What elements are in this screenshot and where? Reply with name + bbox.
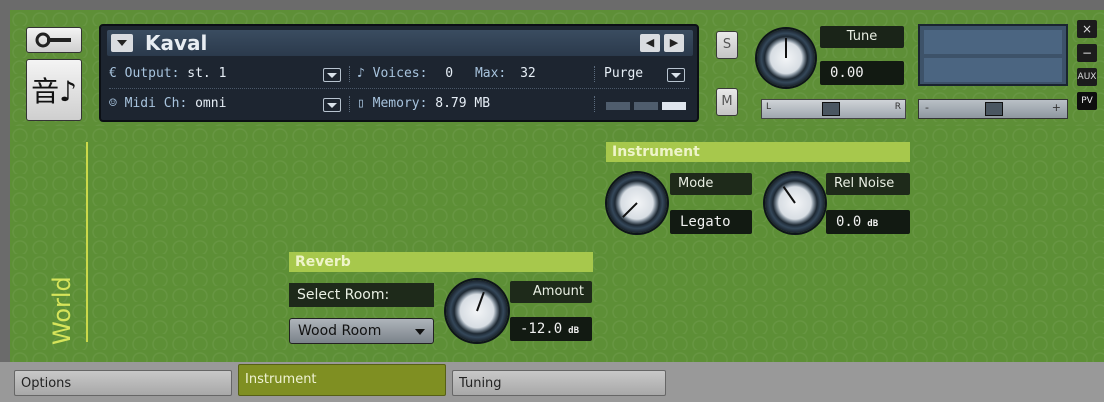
output-label: Output: (124, 66, 180, 81)
purge-dropdown[interactable] (667, 68, 685, 82)
wrench-icon (35, 32, 71, 48)
midi-label: Midi Ch: (124, 96, 188, 111)
amount-label: Amount (510, 281, 592, 303)
pv-button[interactable]: PV (1077, 92, 1097, 110)
rel-noise-knob-needle (782, 186, 796, 204)
level-meter-left (924, 30, 1062, 54)
output-icon: € (109, 66, 117, 81)
aux-button[interactable]: AUX (1077, 68, 1097, 86)
level-meter (918, 24, 1068, 86)
volume-minus: - (925, 101, 929, 114)
tab-options[interactable]: Options (14, 370, 232, 396)
mode-value[interactable]: Legato (670, 210, 752, 234)
room-dropdown[interactable]: Wood Room (289, 318, 434, 344)
memory-row: ▯ Memory: 8.79 MB (357, 96, 490, 111)
voices-label: Voices: (372, 66, 428, 81)
amount-knob[interactable] (446, 280, 508, 342)
tune-label: Tune (820, 26, 904, 48)
wrench-button[interactable] (26, 27, 82, 53)
voices-value: 0 (445, 66, 454, 81)
divider (594, 66, 596, 82)
pan-slider-thumb[interactable] (822, 102, 840, 116)
divider (349, 66, 351, 82)
next-instrument-button[interactable]: ▶ (664, 34, 684, 52)
mode-knob[interactable] (607, 173, 667, 233)
app-window: 音♪ Kaval ◀ ▶ € Output: st. 1 ♪ Voices: 0… (0, 0, 1104, 402)
rel-noise-label: Rel Noise (826, 173, 910, 195)
prev-instrument-button[interactable]: ◀ (640, 34, 660, 52)
pan-right-label: R (894, 102, 901, 112)
instrument-title-row: Kaval ◀ ▶ (107, 30, 693, 56)
output-value: st. 1 (187, 66, 227, 81)
tab-tuning[interactable]: Tuning (452, 370, 666, 396)
max-value: 32 (520, 66, 536, 81)
midi-icon: ☺ (109, 96, 117, 111)
tune-value[interactable]: 0.00 (820, 61, 904, 85)
volume-plus: + (1051, 101, 1061, 114)
close-button[interactable]: × (1077, 20, 1097, 38)
instrument-section-title: Instrument (606, 142, 910, 162)
amount-value-box[interactable]: -12.0 dB (510, 317, 592, 341)
tab-instrument[interactable]: Instrument (238, 364, 446, 396)
mute-button[interactable]: M (716, 88, 738, 116)
instrument-info-panel: Kaval ◀ ▶ € Output: st. 1 ♪ Voices: 0 Ma… (99, 24, 699, 122)
instrument-menu-dropdown[interactable] (111, 34, 133, 52)
instrument-icon-button[interactable]: 音♪ (26, 59, 82, 121)
memory-value: 8.79 MB (435, 96, 491, 111)
amount-value: -12.0 (520, 321, 563, 337)
amount-unit: dB (568, 326, 579, 336)
pan-slider[interactable]: L R (761, 99, 906, 119)
minimize-button[interactable]: − (1077, 44, 1097, 62)
divider (109, 88, 689, 90)
purge-label: Purge (604, 66, 644, 81)
level-meter-right (924, 58, 1062, 82)
midi-dropdown[interactable] (323, 98, 341, 112)
voices-icon: ♪ (357, 66, 365, 81)
select-room-label: Select Room: (289, 283, 434, 307)
tune-knob-needle (785, 38, 787, 58)
memory-icon: ▯ (357, 96, 365, 111)
divider (349, 96, 351, 112)
volume-slider[interactable]: - + (918, 99, 1068, 119)
cpu-meter-segment (606, 102, 630, 110)
solo-button[interactable]: S (716, 31, 738, 59)
voices-row: ♪ Voices: 0 Max: 32 (357, 66, 536, 81)
tune-knob[interactable] (757, 29, 815, 87)
room-dropdown-value: Wood Room (298, 323, 382, 339)
volume-slider-thumb[interactable] (985, 102, 1003, 116)
rel-noise-value-box[interactable]: 0.0 dB (826, 210, 910, 234)
mode-label: Mode (670, 173, 752, 195)
amount-knob-needle (476, 291, 485, 312)
midi-row: ☺ Midi Ch: omni (109, 96, 226, 111)
midi-value: omni (195, 96, 227, 111)
pan-left-label: L (766, 102, 772, 112)
output-row: € Output: st. 1 (109, 66, 226, 81)
mode-knob-needle (622, 202, 638, 218)
instrument-icon: 音♪ (31, 75, 77, 108)
cpu-meter-segment (634, 102, 658, 110)
rel-noise-unit: dB (867, 219, 879, 229)
rel-noise-knob[interactable] (765, 173, 825, 233)
world-label: World (48, 276, 76, 345)
instrument-name: Kaval (145, 31, 208, 55)
reverb-section-title: Reverb (289, 252, 593, 272)
divider (594, 96, 596, 112)
max-label: Max: (474, 66, 507, 81)
cpu-meter-segment (662, 102, 686, 110)
memory-label: Memory: (372, 96, 428, 111)
output-dropdown[interactable] (323, 68, 341, 82)
rel-noise-value: 0.0 (836, 214, 862, 230)
